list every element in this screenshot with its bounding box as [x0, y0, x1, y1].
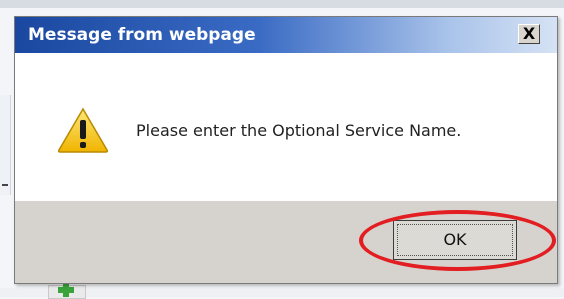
highlight-annotation — [359, 210, 556, 271]
warning-icon — [57, 107, 109, 153]
dialog-title: Message from webpage — [28, 25, 256, 45]
dialog-titlebar[interactable]: Message from webpage X — [15, 17, 557, 53]
page-top-border — [0, 0, 564, 8]
page-left-marker — [2, 184, 8, 186]
dialog-content: Please enter the Optional Service Name. — [15, 53, 557, 201]
page-left-panel — [0, 95, 11, 195]
close-button[interactable]: X — [518, 24, 540, 44]
dialog-message: Please enter the Optional Service Name. — [136, 121, 462, 140]
add-icon — [48, 283, 86, 299]
